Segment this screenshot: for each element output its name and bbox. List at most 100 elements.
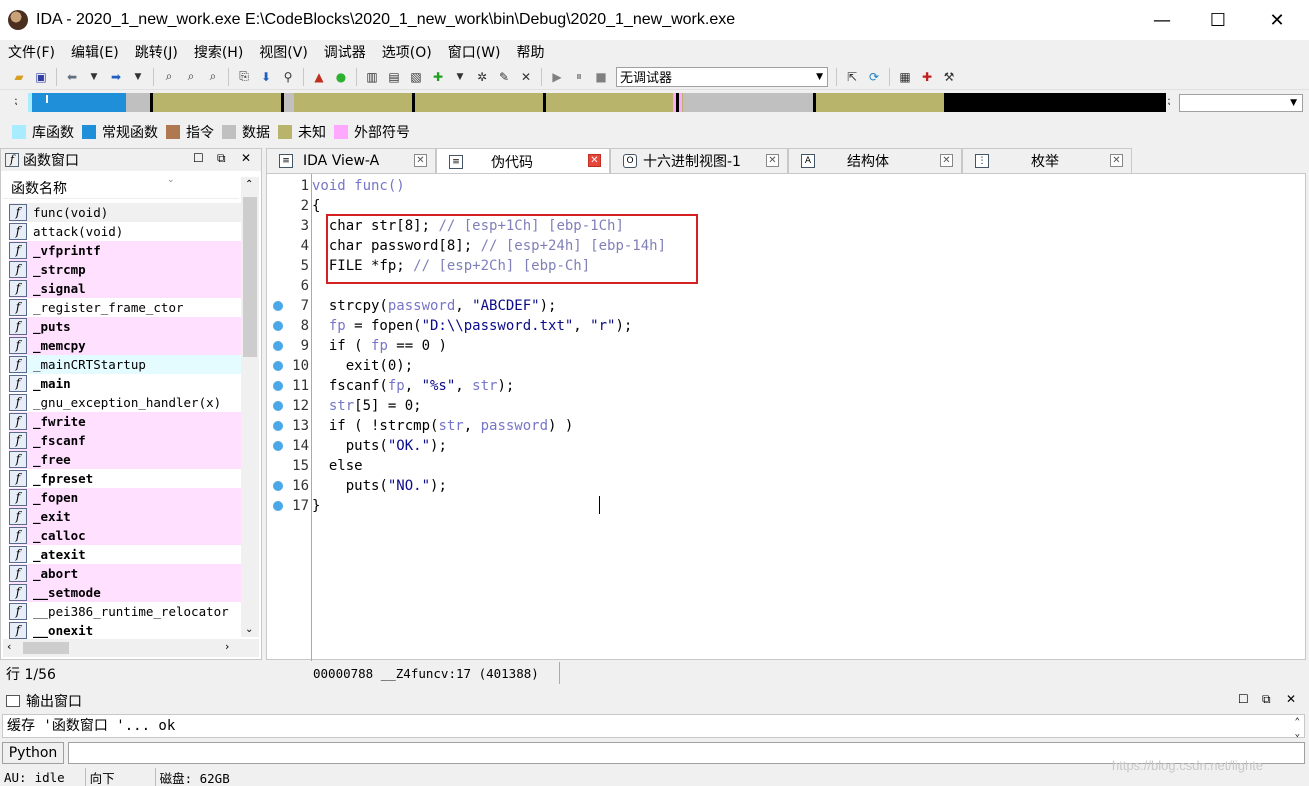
function-list-item[interactable]: f func(void) — [9, 203, 241, 222]
code-line[interactable]: fp = fopen("D:\\password.txt", "r"); — [312, 316, 632, 336]
scroll-left-icon[interactable]: ‹ — [7, 640, 11, 653]
play-icon[interactable]: ▶ — [548, 68, 566, 86]
function-list-item[interactable]: f _fpreset — [9, 469, 241, 488]
menu-file[interactable]: 文件(F) — [0, 42, 63, 62]
function-list-item[interactable]: f _fscanf — [9, 431, 241, 450]
forward-arrow-icon[interactable]: ➡ — [107, 68, 125, 86]
close-tab-icon[interactable]: ✕ — [414, 154, 427, 167]
menu-search[interactable]: 搜索(H) — [186, 42, 251, 62]
code-line[interactable]: fscanf(fp, "%s", str); — [312, 376, 514, 396]
code-line[interactable]: str[5] = 0; — [312, 396, 422, 416]
edit-icon[interactable]: ✎ — [495, 68, 513, 86]
search-binary-icon[interactable]: ⌕ — [182, 68, 200, 86]
breakpoint-dot-icon[interactable] — [273, 501, 283, 511]
warning-icon[interactable]: ▲ — [310, 68, 328, 86]
float-panel-icon[interactable]: ⧉ — [217, 151, 226, 166]
down-arrow-icon[interactable]: ⬇ — [257, 68, 275, 86]
function-list-item[interactable]: f _atexit — [9, 545, 241, 564]
menu-debugger[interactable]: 调试器 — [316, 42, 374, 62]
green-circle-icon[interactable]: ● — [332, 68, 350, 86]
scroll-up-icon[interactable]: ⌃ — [245, 179, 253, 190]
function-list-item[interactable]: f _gnu_exception_handler(x) — [9, 393, 241, 412]
function-list-item[interactable]: f __onexit — [9, 621, 241, 640]
function-list-item[interactable]: f __pei386_runtime_relocator — [9, 602, 241, 621]
code-line[interactable]: puts("NO."); — [312, 476, 447, 496]
function-list-item[interactable]: f __setmode — [9, 583, 241, 602]
chevron-down-icon[interactable]: ▼ — [85, 68, 103, 86]
float-panel-icon[interactable]: ⧉ — [1262, 692, 1271, 707]
function-list-item[interactable]: f _abort — [9, 564, 241, 583]
pseudocode-view[interactable]: 1 2 3 4 5 6 7 8 9 10 11 12 13 14 15 16 17 void func(){ c… — [266, 173, 1306, 661]
function-list-item[interactable]: f attack(void) — [9, 222, 241, 241]
breakpoint-dot-icon[interactable] — [273, 301, 283, 311]
code-line[interactable]: if ( !strcmp(str, password) ) — [312, 416, 573, 436]
menu-view[interactable]: 视图(V) — [251, 42, 316, 62]
code-line[interactable]: exit(0); — [312, 356, 413, 376]
nav-band-select[interactable]: ▼ — [1179, 94, 1303, 112]
search-sequence-icon[interactable]: ⚲ — [279, 68, 297, 86]
attach-process-icon[interactable]: ⇱ — [843, 68, 861, 86]
function-name-column-header[interactable]: 函数名称 ⌄ — [3, 175, 239, 199]
refresh-icon[interactable]: ⟳ — [865, 68, 883, 86]
close-panel-icon[interactable]: ✕ — [241, 151, 251, 165]
delete-icon[interactable]: ✕ — [517, 68, 535, 86]
close-panel-icon[interactable]: ✕ — [1286, 692, 1296, 706]
menu-edit[interactable]: 编辑(E) — [63, 42, 127, 62]
tab-pseudocode[interactable]: ≡ 伪代码 ✕ — [436, 148, 610, 174]
function-list-item[interactable]: f _free — [9, 450, 241, 469]
navigation-band[interactable] — [28, 93, 1166, 112]
function-list-item[interactable]: f _mainCRTStartup — [9, 355, 241, 374]
pause-icon[interactable]: ⏸ — [570, 68, 588, 86]
code-line[interactable]: else — [312, 456, 363, 476]
string-icon[interactable]: ▧ — [407, 68, 425, 86]
close-tab-icon[interactable]: ✕ — [588, 154, 601, 167]
breakpoint-dot-icon[interactable] — [273, 421, 283, 431]
maximize-button[interactable]: ☐ — [1189, 0, 1247, 40]
menu-options[interactable]: 选项(O) — [374, 42, 440, 62]
clipboard-icon[interactable]: ▦ — [896, 68, 914, 86]
chevron-down-icon[interactable]: ▼ — [129, 68, 147, 86]
breakpoint-dot-icon[interactable] — [273, 361, 283, 371]
minimize-panel-icon[interactable]: ☐ — [193, 151, 204, 165]
tab-enums[interactable]: ⋮ 枚举 ✕ — [962, 148, 1132, 173]
gear-icon[interactable]: ✲ — [473, 68, 491, 86]
search-text-icon[interactable]: ⌕ — [160, 68, 178, 86]
code-icon[interactable]: ▥ — [363, 68, 381, 86]
add-icon[interactable]: ✚ — [429, 68, 447, 86]
menu-help[interactable]: 帮助 — [509, 42, 553, 62]
breakpoint-dot-icon[interactable] — [273, 341, 283, 351]
back-arrow-icon[interactable]: ⬅ — [63, 68, 81, 86]
breakpoint-dot-icon[interactable] — [273, 441, 283, 451]
close-button[interactable]: ✕ — [1248, 0, 1306, 40]
close-tab-icon[interactable]: ✕ — [940, 154, 953, 167]
tab-structures[interactable]: A 结构体 ✕ — [788, 148, 962, 173]
scrollbar-thumb[interactable] — [23, 642, 69, 654]
function-list-item[interactable]: f _exit — [9, 507, 241, 526]
code-line[interactable]: void func() — [312, 176, 405, 196]
horizontal-scrollbar[interactable]: ‹ › — [3, 639, 259, 657]
remove-breakpoint-icon[interactable]: ⚒ — [940, 68, 958, 86]
scroll-right-icon[interactable]: › — [225, 640, 229, 653]
breakpoint-dot-icon[interactable] — [273, 381, 283, 391]
code-line[interactable]: } — [312, 496, 320, 516]
search-immediate-icon[interactable]: ⌕ — [204, 68, 222, 86]
function-list-item[interactable]: f _fwrite — [9, 412, 241, 431]
function-list-item[interactable]: f _vfprintf — [9, 241, 241, 260]
search-next-icon[interactable]: ⎘ — [235, 68, 253, 86]
close-tab-icon[interactable]: ✕ — [1110, 154, 1123, 167]
function-list-item[interactable]: f _register_frame_ctor — [9, 298, 241, 317]
data-icon[interactable]: ▤ — [385, 68, 403, 86]
breakpoint-dot-icon[interactable] — [273, 481, 283, 491]
menu-window[interactable]: 窗口(W) — [440, 42, 509, 62]
breakpoint-dot-icon[interactable] — [273, 401, 283, 411]
save-icon[interactable]: ▣ — [32, 68, 50, 86]
add-breakpoint-icon[interactable]: ✚ — [918, 68, 936, 86]
function-list-item[interactable]: f _calloc — [9, 526, 241, 545]
code-line[interactable]: { — [312, 196, 320, 216]
tab-hex-view[interactable]: O 十六进制视图-1 ✕ — [610, 148, 788, 173]
open-folder-icon[interactable]: ▰ — [10, 68, 28, 86]
function-list-item[interactable]: f _puts — [9, 317, 241, 336]
function-list-item[interactable]: f _strcmp — [9, 260, 241, 279]
function-list-item[interactable]: f _main — [9, 374, 241, 393]
breakpoint-dot-icon[interactable] — [273, 321, 283, 331]
